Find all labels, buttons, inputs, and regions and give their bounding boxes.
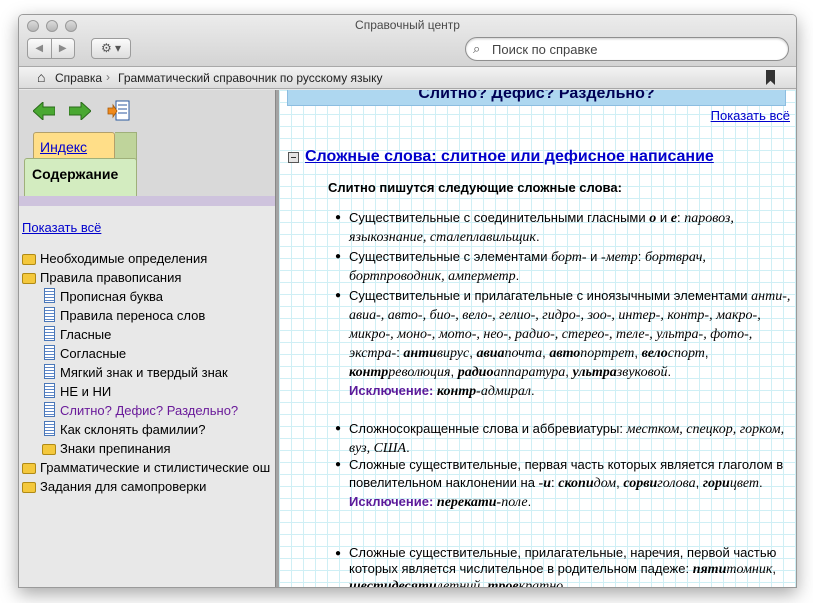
bullet: ● — [335, 212, 342, 223]
sidebar: Индекс Содержание Показать всё Необходим… — [19, 90, 275, 587]
document-icon — [44, 364, 55, 379]
document-icon — [44, 402, 55, 417]
bookmark-icon[interactable] — [766, 70, 775, 85]
folder-icon — [42, 444, 56, 455]
tab-contents[interactable]: Содержание — [24, 158, 137, 198]
tree-document[interactable]: Мягкий знак и твердый знак — [22, 363, 275, 382]
forward-arrow-icon[interactable]: ▶ — [50, 39, 75, 58]
show-all-link[interactable]: Показать всё — [22, 220, 101, 235]
tree-item-label[interactable]: Правила правописания — [40, 270, 181, 285]
bullet: ● — [335, 548, 342, 559]
bullet: ● — [335, 459, 342, 470]
search-icon[interactable]: ⌕ — [473, 41, 480, 57]
tree-folder[interactable]: Знаки препинания — [22, 439, 275, 458]
tab-strip — [19, 196, 275, 206]
breadcrumb-current[interactable]: Грамматический справочник по русскому яз… — [118, 71, 383, 85]
folder-icon — [22, 273, 36, 284]
tree-document[interactable]: Слитно? Дефис? Раздельно? — [22, 401, 275, 420]
section-title-link[interactable]: Сложные слова: слитное или дефисное напи… — [305, 148, 714, 166]
tree-folder[interactable]: Необходимые определения — [22, 249, 275, 268]
tab-contents-label: Содержание — [32, 166, 119, 182]
list-item: Существительные с соединительными гласны… — [349, 210, 734, 245]
list-item: Существительные и прилагательные с инояз… — [349, 288, 791, 399]
tree-document[interactable]: Гласные — [22, 325, 275, 344]
intro-text: Слитно пишутся следующие сложные слова: — [328, 180, 622, 195]
exception-label: Исключение: — [349, 383, 434, 398]
list-item: Существительные с элементами борт- и -ме… — [349, 249, 706, 284]
tree-item-label[interactable]: Необходимые определения — [40, 251, 207, 266]
folder-icon — [22, 463, 36, 474]
folder-icon — [22, 254, 36, 265]
document-icon — [44, 288, 55, 303]
breadcrumb-separator: › — [106, 70, 110, 84]
document-icon — [44, 326, 55, 341]
tree-document[interactable]: Прописная буква — [22, 287, 275, 306]
bullet: ● — [335, 251, 342, 262]
back-arrow-icon[interactable] — [33, 102, 55, 120]
tree-folder[interactable]: Грамматические и стилистические ош — [22, 458, 275, 477]
tree-document[interactable]: Правила переноса слов — [22, 306, 275, 325]
article-pane: Слитно? Дефис? Раздельно? Показать всё С… — [279, 90, 796, 588]
tree-document[interactable]: Согласные — [22, 344, 275, 363]
list-item: Сложные существительные, прилагательные,… — [349, 545, 777, 588]
tree-item-label[interactable]: Согласные — [60, 346, 126, 361]
document-icon — [44, 345, 55, 360]
tree-item-label[interactable]: Как склонять фамилии? — [60, 422, 205, 437]
article-header: Слитно? Дефис? Раздельно? — [287, 90, 786, 106]
gear-icon[interactable]: ⚙ ▾ — [91, 38, 131, 59]
folder-icon — [22, 482, 36, 493]
tree-folder[interactable]: Правила правописания — [22, 268, 275, 287]
tree-item-label[interactable]: Знаки препинания — [60, 441, 171, 456]
list-item: Сложносокращенные слова и аббревиатуры: … — [349, 421, 785, 456]
breadcrumb: ⌂ Справка › Грамматический справочник по… — [19, 67, 796, 89]
document-icon — [44, 421, 55, 436]
tree-item-label[interactable]: Мягкий знак и твердый знак — [60, 365, 228, 380]
contents-tree: Необходимые определения Правила правописа… — [22, 249, 275, 496]
tree-item-label[interactable]: НЕ и НИ — [60, 384, 111, 399]
tree-document[interactable]: Как склонять фамилии? — [22, 420, 275, 439]
exception-label: Исключение: — [349, 494, 434, 509]
help-window: Справочный центр ◀ ▶ ⚙ ▾ ⌕ ⌂ Справка › Г… — [18, 14, 797, 588]
search-box: ⌕ — [465, 37, 789, 61]
sync-contents-icon[interactable] — [107, 100, 131, 122]
document-icon — [44, 307, 55, 322]
collapse-section-icon[interactable] — [288, 152, 299, 163]
tree-item-label[interactable]: Прописная буква — [60, 289, 163, 304]
breadcrumb-help-link[interactable]: Справка — [55, 71, 102, 85]
tree-item-label[interactable]: Слитно? Дефис? Раздельно? — [60, 403, 238, 418]
document-icon — [44, 383, 55, 398]
forward-arrow-icon[interactable] — [69, 102, 91, 120]
tree-item-label[interactable]: Задания для самопроверки — [40, 479, 206, 494]
bullet: ● — [335, 423, 342, 434]
home-icon[interactable]: ⌂ — [37, 69, 45, 85]
tree-item-label[interactable]: Грамматические и стилистические ош — [40, 460, 270, 475]
back-forward-control: ◀ ▶ — [27, 38, 75, 59]
bullet: ● — [335, 290, 342, 301]
tree-item-label[interactable]: Гласные — [60, 327, 111, 342]
search-input[interactable] — [492, 41, 777, 57]
tree-folder[interactable]: Задания для самопроверки — [22, 477, 275, 496]
back-arrow-icon[interactable]: ◀ — [28, 39, 51, 58]
tab-index-label[interactable]: Индекс — [40, 139, 87, 155]
title-bar: Справочный центр ◀ ▶ ⚙ ▾ ⌕ — [19, 15, 796, 67]
sidebar-toolbar: Индекс Содержание — [19, 90, 275, 206]
list-item: Сложные существительные, первая часть ко… — [349, 457, 784, 510]
show-all-link-right[interactable]: Показать всё — [711, 108, 790, 123]
tree-document[interactable]: НЕ и НИ — [22, 382, 275, 401]
window-title: Справочный центр — [355, 18, 460, 32]
tree-item-label[interactable]: Правила переноса слов — [60, 308, 205, 323]
